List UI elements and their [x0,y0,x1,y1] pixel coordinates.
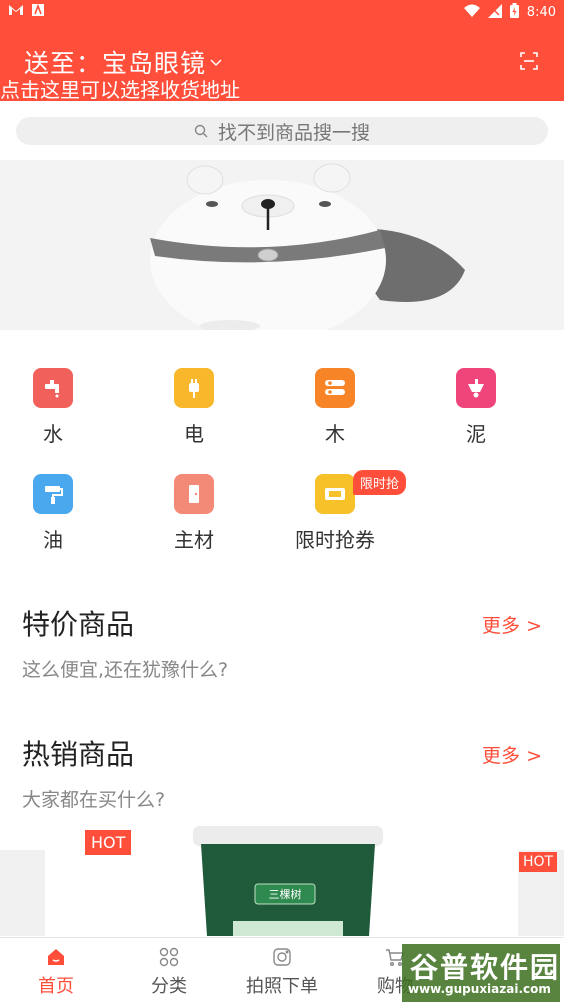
address-prefix: 送至： [24,49,103,78]
camera-icon [232,944,332,970]
category-label: 泥 [466,422,486,446]
product-card-prev[interactable] [0,850,45,936]
bear-mascot-illustration [150,163,465,330]
paint-roller-icon [33,474,73,514]
hot-more-link[interactable]: 更多 > [482,741,542,768]
tab-category[interactable]: 分类 [119,938,219,998]
category-cement[interactable]: 泥 [426,358,526,447]
wood-icon [315,368,355,408]
special-products-section: 特价商品 这么便宜,还在犹豫什么? 更多 > [22,603,542,682]
category-electric[interactable]: 电 [144,358,244,447]
category-water[interactable]: 水 [3,358,103,447]
section-title: 特价商品 [22,608,135,641]
category-paint[interactable]: 油 [3,464,103,553]
tab-home[interactable]: 首页 [6,938,106,998]
watermark-url: www.gupuxiazai.com [408,982,551,996]
promo-banner[interactable] [0,160,564,330]
section-subtitle: 这么便宜,还在犹豫什么? [22,659,229,681]
category-label: 限时抢券 [295,528,375,552]
tab-label: 分类 [151,976,187,997]
faucet-icon [33,368,73,408]
category-main-material[interactable]: 主材 [144,464,244,553]
product-card[interactable]: 三棵树 HOT [45,826,518,936]
cart-icon [456,368,496,408]
coupon-icon [315,474,355,514]
category-label: 木 [325,422,345,446]
hot-products-carousel: 三棵树 HOT HOT [0,826,564,936]
address-name: 宝岛眼镜 [102,49,207,78]
special-more-link[interactable]: 更多 > [482,611,542,638]
tab-photo-order[interactable]: 拍照下单 [232,938,332,998]
category-label: 油 [43,528,63,552]
address-selector[interactable]: 送至： 宝岛眼镜 [24,44,222,80]
category-label: 主材 [174,528,214,552]
clock: 8:40 [526,5,556,20]
product-brand: 三棵树 [269,887,302,901]
tab-label: 拍照下单 [246,976,318,997]
hot-badge: HOT [85,830,132,855]
gmail-icon [8,4,24,20]
door-icon [174,474,214,514]
home-icon [6,944,106,970]
category-wood[interactable]: 木 [285,358,385,447]
category-label: 电 [184,422,204,446]
signal-icon [487,3,502,22]
category-icon [119,944,219,970]
scan-icon[interactable] [520,52,538,70]
site-watermark: 谷普软件园 www.gupuxiazai.com [402,944,560,1002]
watermark-title: 谷普软件园 [410,951,561,984]
plug-icon [174,368,214,408]
search-placeholder: 找不到商品搜一搜 [217,121,370,144]
tab-label: 首页 [38,976,74,997]
battery-icon [509,3,519,22]
hot-badge-next: HOT [519,852,558,872]
address-hint[interactable]: 点击这里可以选择收货地址 [0,78,240,102]
category-label: 水 [43,422,63,446]
search-input[interactable]: 找不到商品搜一搜 [16,117,548,145]
status-bar: 8:40 [0,0,564,24]
header: 送至： 宝岛眼镜 点击这里可以选择收货地址 [0,24,564,102]
search-icon [194,124,208,138]
section-title: 热销商品 [22,738,135,771]
chevron-down-icon [210,55,222,71]
app-icon [32,3,44,20]
paint-bucket-image: 三棵树 [193,826,383,936]
wifi-icon [463,4,480,21]
section-subtitle: 大家都在买什么? [22,789,166,811]
hot-products-section: 热销商品 大家都在买什么? 更多 > [22,733,542,812]
flash-sale-tag: 限时抢 [353,470,407,495]
